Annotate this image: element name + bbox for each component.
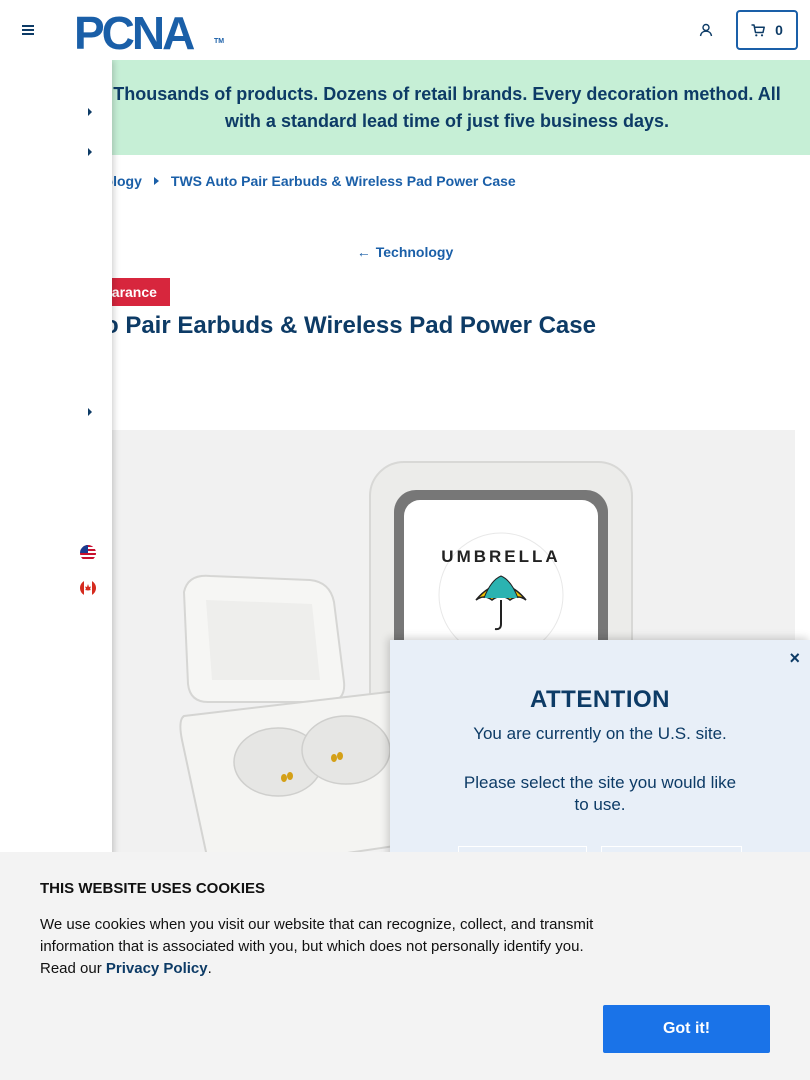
- banner-text: Thousands of products. Dozens of retail …: [113, 83, 781, 131]
- pcna-logo[interactable]: PCNA: [74, 7, 224, 59]
- breadcrumb-separator-icon: [153, 177, 159, 185]
- modal-title: ATTENTION: [529, 686, 671, 713]
- cookie-message: We use cookies when you visit our websit…: [40, 914, 600, 980]
- cart-button[interactable]: 0: [736, 10, 798, 50]
- modal-instruction-text: Please select the site you would like to…: [463, 773, 737, 814]
- hamburger-menu-icon[interactable]: [18, 20, 38, 40]
- cookie-consent-bar: THIS WEBSITE USES COOKIES We use cookies…: [0, 852, 810, 1080]
- logo-text: PCNA: [74, 8, 194, 52]
- cookie-title: THIS WEBSITE USES COOKIES: [40, 880, 266, 897]
- chevron-right-icon[interactable]: [86, 147, 94, 157]
- privacy-policy-link[interactable]: Privacy Policy: [106, 960, 208, 977]
- product-title: to Pair Earbuds & Wireless Pad Power Cas…: [96, 312, 596, 339]
- cart-icon: [751, 23, 766, 36]
- breadcrumb-current: TWS Auto Pair Earbuds & Wireless Pad Pow…: [170, 173, 516, 189]
- canada-flag-icon[interactable]: [80, 580, 96, 596]
- svg-text:UMBRELLA: UMBRELLA: [441, 547, 560, 566]
- cart-count: 0: [775, 22, 783, 38]
- us-flag-icon[interactable]: [80, 545, 96, 561]
- breadcrumb: nology TWS Auto Pair Earbuds & Wireless …: [96, 173, 516, 189]
- site-header: PCNA TM 0: [0, 0, 810, 60]
- chevron-right-icon[interactable]: [86, 407, 94, 417]
- site-selection-modal: × ATTENTION You are currently on the U.S…: [390, 640, 810, 880]
- announcement-banner: Thousands of products. Dozens of retail …: [0, 60, 810, 155]
- close-icon[interactable]: ×: [789, 648, 800, 669]
- accept-cookies-button[interactable]: Got it!: [603, 1005, 770, 1053]
- account-icon[interactable]: [696, 20, 716, 40]
- back-to-category-link[interactable]: ← Technology: [0, 244, 810, 260]
- logo-trademark: TM: [214, 38, 225, 45]
- chevron-right-icon[interactable]: [86, 107, 94, 117]
- back-link-label: Technology: [375, 244, 454, 260]
- cookie-message-end: .: [207, 960, 212, 977]
- arrow-left-icon: ←: [356, 244, 371, 260]
- modal-current-site-text: You are currently on the U.S. site.: [473, 724, 727, 743]
